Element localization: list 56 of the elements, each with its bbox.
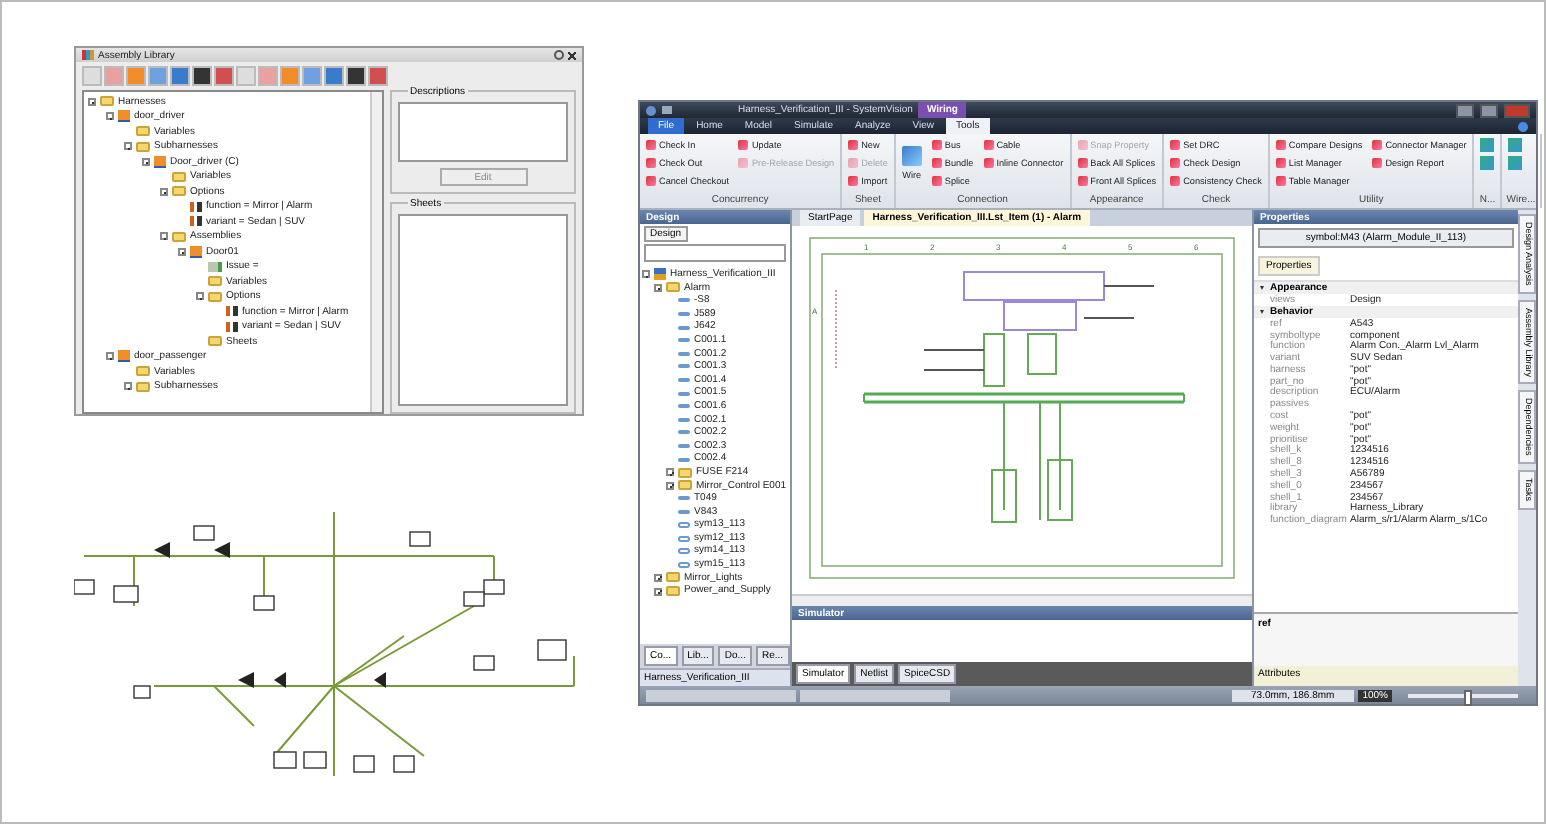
collapse-icon[interactable]: [124, 382, 132, 391]
folder-icon: [100, 96, 114, 107]
pin-icon: [678, 364, 690, 369]
collapse-icon[interactable]: [654, 283, 662, 292]
scrollbar[interactable]: [792, 594, 1252, 606]
description-field[interactable]: [398, 102, 568, 162]
pin-icon: [678, 312, 690, 317]
pin-icon: [678, 430, 690, 435]
collapse-icon[interactable]: [106, 112, 114, 121]
folder-icon: [172, 231, 186, 242]
library-icon: [82, 50, 94, 60]
component-icon: [118, 350, 130, 363]
tool-icon[interactable]: [1480, 156, 1495, 170]
pin-icon: [678, 351, 690, 356]
pin-icon: [678, 391, 690, 396]
help-icon[interactable]: [1518, 122, 1528, 132]
expand-icon[interactable]: [654, 587, 662, 596]
pin-icon: [678, 404, 690, 409]
sheets-list[interactable]: [398, 214, 568, 406]
collapse-icon[interactable]: [142, 157, 150, 166]
slider-thumb[interactable]: [1463, 689, 1471, 705]
pin-icon: [678, 325, 690, 330]
pin-icon: [678, 338, 690, 343]
collapse-icon[interactable]: [196, 292, 204, 301]
folder-icon: [208, 336, 222, 347]
search-field[interactable]: [644, 244, 786, 262]
component-icon: [154, 155, 166, 168]
expand-icon[interactable]: [666, 468, 674, 477]
collapse-icon[interactable]: [160, 232, 168, 241]
collapse-icon[interactable]: [124, 142, 132, 151]
pin-icon: [678, 417, 690, 422]
pin-icon: [678, 496, 690, 501]
pin-icon: [678, 378, 690, 383]
collapse-icon[interactable]: [642, 270, 650, 279]
tool-icon[interactable]: [1480, 138, 1495, 152]
collapse-icon[interactable]: [106, 352, 114, 361]
close-icon[interactable]: [568, 51, 576, 59]
tool-icon[interactable]: [1508, 138, 1523, 152]
pin-icon: [678, 298, 690, 303]
app-icon: [646, 105, 656, 115]
pin-icon: [678, 444, 690, 449]
tool-icon[interactable]: [1508, 156, 1523, 170]
folder-icon: [666, 282, 680, 293]
pin-icon[interactable]: [554, 50, 564, 60]
pin-icon: [678, 457, 690, 462]
collapse-icon[interactable]: [88, 97, 96, 106]
collapse-icon[interactable]: [178, 247, 186, 256]
scrollbar[interactable]: [370, 92, 382, 412]
pin-icon: [678, 509, 690, 514]
component-icon: [118, 110, 130, 123]
expand-icon[interactable]: [654, 573, 662, 582]
collapse-icon[interactable]: [160, 187, 168, 196]
maximize-button[interactable]: [1480, 103, 1498, 117]
minimize-button[interactable]: [1456, 103, 1474, 117]
component-icon: [190, 245, 202, 258]
expand-icon[interactable]: [666, 481, 674, 490]
